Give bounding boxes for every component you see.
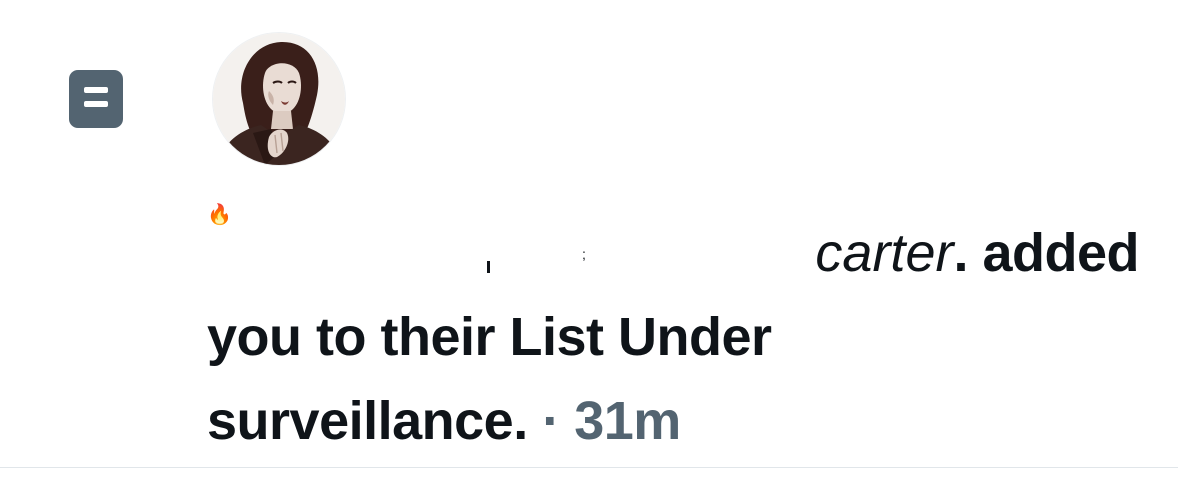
list-name-end: surveillance. <box>207 391 528 451</box>
user-avatar[interactable] <box>213 33 345 165</box>
list-added-notification[interactable]: 🔥 ; carter. added you to their List Unde… <box>0 0 1178 468</box>
avatar-image <box>213 33 345 165</box>
notification-text-line-1: carter. added <box>207 211 1157 295</box>
action-text-1: . added <box>953 223 1139 283</box>
notification-text-line-2: you to their List Under <box>207 307 772 367</box>
timestamp[interactable]: 31m <box>574 391 681 451</box>
notification-text-line-3: surveillance. · 31m <box>207 379 1157 463</box>
list-icon <box>69 70 123 128</box>
list-icon-bar-top <box>84 87 108 93</box>
list-icon-bar-bottom <box>84 101 108 107</box>
divider <box>0 467 1178 468</box>
separator-dot: · <box>542 391 560 451</box>
actor-name-link[interactable]: carter <box>815 223 953 283</box>
notification-text: carter. added you to their List Under su… <box>207 211 1157 463</box>
